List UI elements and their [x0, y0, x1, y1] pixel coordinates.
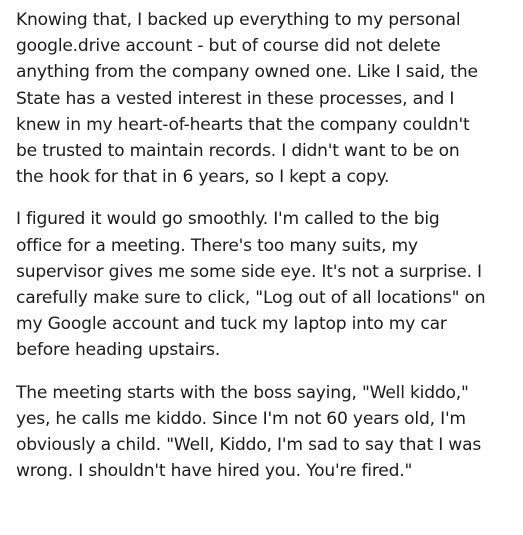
text-line: Knowing that, I backed up everything to …	[16, 10, 461, 30]
text-line: yes, he calls me kiddo. Since I'm not 60…	[16, 408, 466, 429]
text-line: The meeting starts with the boss saying,…	[16, 382, 469, 403]
text-line: knew in my heart-of-hearts that the comp…	[16, 114, 470, 135]
text-line: office for a meeting. There's too many s…	[16, 235, 418, 256]
text-line: the hook for that in 6 years, so I kept …	[16, 167, 390, 188]
text-line: State has a vested interest in these pro…	[16, 88, 455, 109]
text-line: before heading upstairs.	[16, 340, 221, 361]
text-line: obviously a child. "Well, Kiddo, I'm sad…	[16, 435, 482, 456]
text-line: carefully make sure to click, "Log out o…	[16, 288, 486, 309]
text-line: supervisor gives me some side eye. It's …	[16, 261, 482, 282]
text-line: wrong. I shouldn't have hired you. You'r…	[16, 461, 413, 482]
text-line: I figured it would go smoothly. I'm call…	[16, 209, 440, 230]
paragraph: The meeting starts with the boss saying,…	[16, 380, 512, 485]
paragraph: I figured it would go smoothly. I'm call…	[16, 206, 512, 363]
text-line: be trusted to maintain records. I didn't…	[16, 141, 460, 162]
text-line: anything from the company owned one. Lik…	[16, 62, 478, 83]
text-line: google.drive account - but of course did…	[16, 36, 441, 57]
post-body: Knowing that, I backed up everything to …	[16, 7, 512, 500]
text-line: my Google account and tuck my laptop int…	[16, 314, 447, 335]
paragraph: Knowing that, I backed up everything to …	[16, 7, 512, 190]
